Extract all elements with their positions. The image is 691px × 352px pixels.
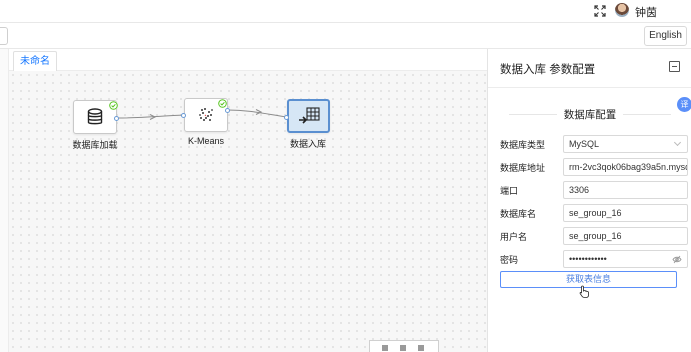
field-label: 密码 <box>500 255 519 265</box>
node-database-import[interactable] <box>287 99 330 133</box>
output-port[interactable] <box>114 116 119 121</box>
success-check-icon <box>218 99 227 108</box>
user-avatar[interactable] <box>615 3 629 17</box>
field-db-name: 数据库名 se_group_16 <box>500 204 688 222</box>
field-label: 数据库地址 <box>500 163 546 173</box>
canvas-tab-bar: 未命名 <box>9 49 487 71</box>
top-header: 钟茵 <box>0 0 691 22</box>
fullscreen-icon[interactable] <box>594 5 606 17</box>
left-sidebar-edge <box>0 49 9 352</box>
input-port[interactable] <box>181 113 186 118</box>
cluster-icon <box>199 108 213 121</box>
node-label: 数据库加载 <box>72 140 118 150</box>
field-db-type: 数据库类型 MySQL <box>500 135 688 153</box>
field-db-host: 数据库地址 rm-2vc3qok06bag39a5n.mysq <box>500 158 688 176</box>
eye-invisible-icon[interactable] <box>672 255 682 264</box>
toolbar: English <box>0 23 691 48</box>
database-icon <box>87 108 103 125</box>
chevron-down-icon <box>673 138 682 147</box>
toolbar-left-control[interactable] <box>0 27 8 45</box>
field-username: 用户名 se_group_16 <box>500 227 688 245</box>
field-password: 密码 •••••••••••• <box>500 250 688 268</box>
collapse-panel-icon[interactable] <box>669 61 680 72</box>
canvas-minimap[interactable] <box>369 340 439 352</box>
node-label: K-Means <box>187 136 224 146</box>
minimap-node <box>418 345 424 351</box>
input-port[interactable] <box>284 115 289 120</box>
minimap-node <box>400 345 406 351</box>
field-label: 数据库类型 <box>500 140 546 150</box>
table-import-icon <box>298 107 320 124</box>
db-host-input[interactable]: rm-2vc3qok06bag39a5n.mysq <box>563 158 688 176</box>
output-port[interactable] <box>225 108 230 113</box>
tab-untitled[interactable]: 未命名 <box>13 51 57 71</box>
field-port: 端口 3306 <box>500 181 688 199</box>
password-value: •••••••••••• <box>569 254 607 264</box>
node-label: 数据入库 <box>289 139 326 149</box>
port-input[interactable]: 3306 <box>563 181 688 199</box>
hand-pointer-icon <box>579 285 589 298</box>
field-label: 数据库名 <box>500 209 537 219</box>
config-panel: 数据入库 参数配置 译 数据库配置 数据库类型 MySQL 数据库地址 rm-2… <box>487 49 691 352</box>
panel-divider <box>488 87 691 88</box>
success-check-icon <box>109 101 118 110</box>
db-type-value: MySQL <box>569 139 600 149</box>
minimap-node <box>382 345 388 351</box>
db-type-select[interactable]: MySQL <box>563 135 688 153</box>
panel-title: 数据入库 参数配置 <box>500 64 596 76</box>
field-label: 端口 <box>500 186 519 196</box>
username[interactable]: 钟茵 <box>635 4 657 20</box>
section-title: 数据库配置 <box>488 107 691 122</box>
db-name-input[interactable]: se_group_16 <box>563 204 688 222</box>
username-input[interactable]: se_group_16 <box>563 227 688 245</box>
password-input[interactable]: •••••••••••• <box>563 250 688 268</box>
field-label: 用户名 <box>500 232 528 242</box>
language-switch-button[interactable]: English <box>644 26 687 46</box>
